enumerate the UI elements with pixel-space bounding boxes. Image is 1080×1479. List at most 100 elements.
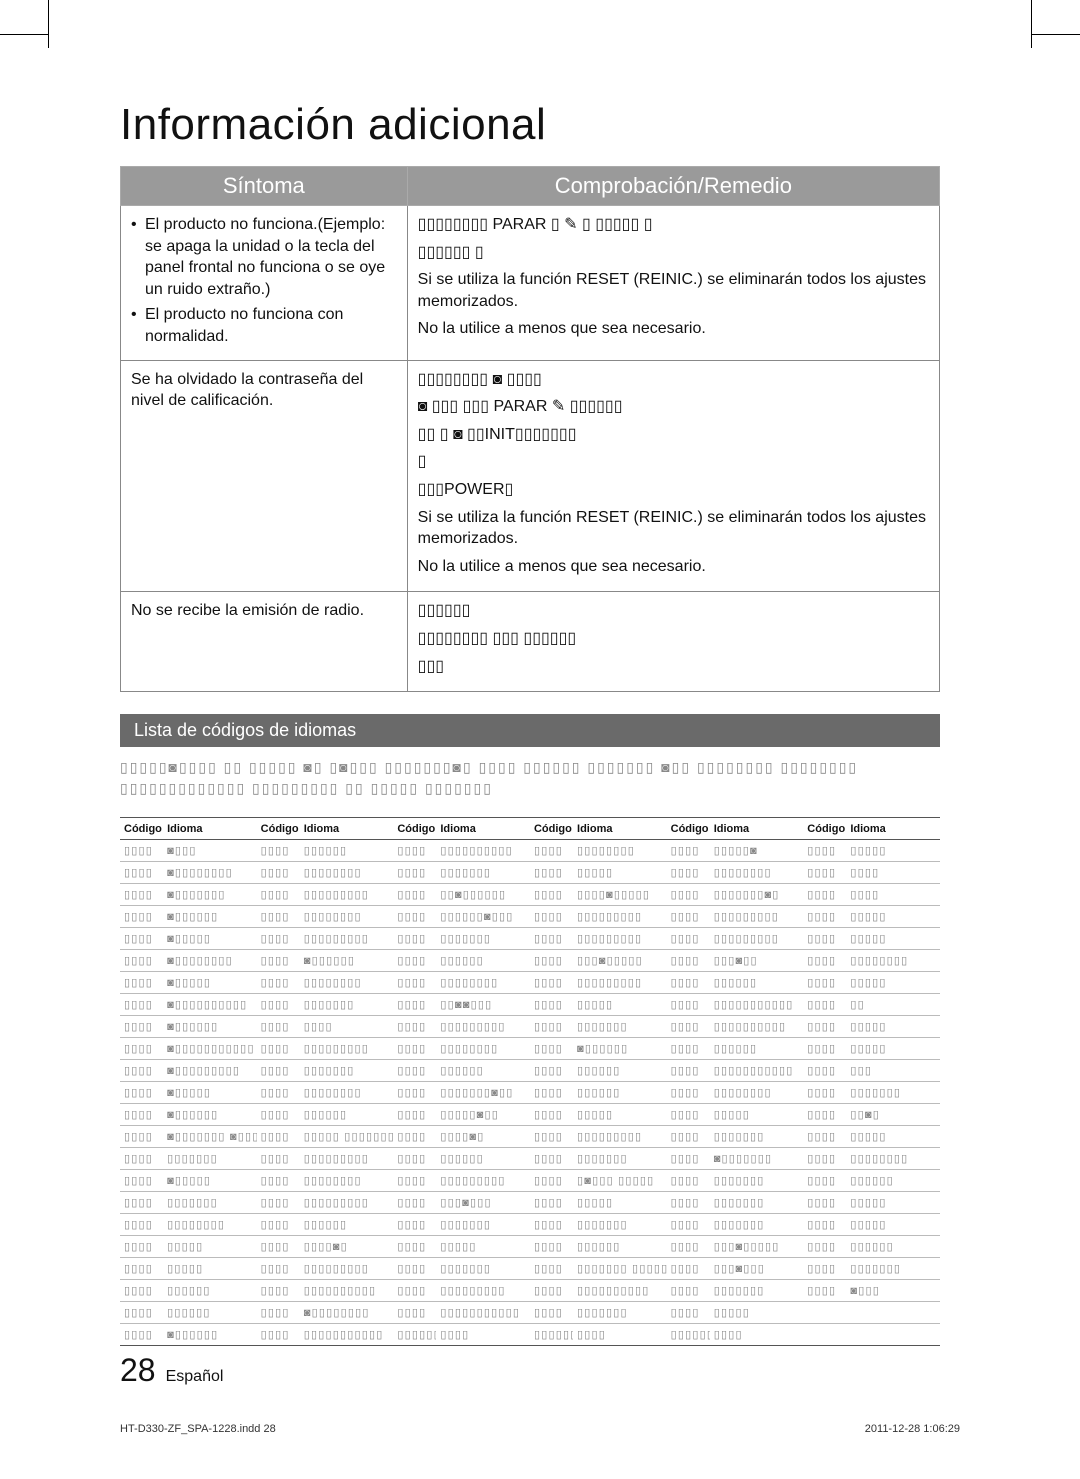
lang-code: ▯▯▯▯	[120, 1302, 163, 1324]
lang-code: ▯▯▯▯	[120, 1016, 163, 1038]
lang-code: ▯▯▯▯	[667, 1126, 710, 1148]
lang-name: ▯▯▯▯▯	[846, 928, 940, 950]
symptom-text: Se ha olvidado la contraseña del nivel d…	[121, 360, 408, 592]
lang-row: ▯▯▯▯◙▯▯▯▯▯▯▯▯▯▯▯▯▯▯▯▯▯▯▯▯▯▯▯▯▯▯▯▯◙▯▯▯▯▯▯…	[120, 906, 940, 928]
lang-name: ▯▯▯▯▯▯▯	[710, 1192, 804, 1214]
lang-code: ▯▯▯▯	[530, 1214, 573, 1236]
lang-row: ▯▯▯▯▯▯▯▯▯▯▯▯▯▯▯▯▯▯▯▯▯▯▯▯▯▯▯▯▯▯▯▯▯▯▯▯▯▯▯▯…	[120, 1280, 940, 1302]
lang-name: ▯▯▯▯▯◙	[710, 840, 804, 862]
lang-code: ▯▯▯▯	[803, 1148, 846, 1170]
lang-code: ▯▯▯▯	[530, 1082, 573, 1104]
lang-code: ▯▯▯▯	[120, 1170, 163, 1192]
lang-code: ▯▯▯▯	[803, 862, 846, 884]
lang-name: ▯▯▯▯▯▯▯	[846, 1258, 940, 1280]
lang-row: ▯▯▯▯◙▯▯▯▯▯▯▯▯▯▯▯▯▯▯▯▯▯▯▯▯▯▯▯▯▯◙▯▯▯▯▯▯▯▯▯…	[120, 1104, 940, 1126]
lang-name	[846, 1324, 940, 1346]
lang-name: ▯▯▯▯▯▯	[163, 1302, 257, 1324]
lang-code: ▯▯▯▯	[393, 840, 436, 862]
lang-name: ▯▯▯▯	[573, 1324, 667, 1346]
lang-code: ▯▯▯▯	[120, 1126, 163, 1148]
lang-name: ▯▯▯▯▯	[846, 1016, 940, 1038]
lang-code: ▯▯▯▯	[257, 1060, 300, 1082]
lang-code: ▯▯▯▯	[393, 1148, 436, 1170]
lang-code: ▯▯▯▯	[257, 972, 300, 994]
lang-name: ▯▯▯▯▯◙▯▯	[436, 1104, 530, 1126]
lang-code: ▯▯▯▯	[393, 1016, 436, 1038]
print-left: HT-D330-ZF_SPA-1228.indd 28	[120, 1423, 276, 1435]
lang-row: ▯▯▯▯◙▯▯▯▯▯▯▯▯▯▯▯▯◙▯▯▯▯▯▯▯▯▯▯▯▯▯▯▯▯▯▯▯▯▯▯…	[120, 950, 940, 972]
lang-name: ▯▯▯▯▯▯▯	[573, 1214, 667, 1236]
lang-name: ▯▯▯▯▯▯▯▯▯	[573, 972, 667, 994]
lang-code: ▯▯▯▯	[530, 1126, 573, 1148]
lang-row: ▯▯▯▯▯▯▯▯▯▯▯▯▯▯▯▯▯◙▯▯▯▯▯▯▯▯▯▯▯▯▯▯▯▯▯▯▯▯▯▯…	[120, 1236, 940, 1258]
lang-name: ▯▯▯▯▯▯▯▯▯▯	[436, 840, 530, 862]
lang-code: ▯▯▯▯▯▯	[667, 1324, 710, 1346]
lang-name: ▯▯▯▯▯	[846, 1038, 940, 1060]
lang-name: ◙▯▯▯▯▯▯	[300, 950, 394, 972]
lang-code: ▯▯▯▯	[667, 1038, 710, 1060]
lang-name: ▯▯▯	[846, 1060, 940, 1082]
lang-name: ▯▯▯▯▯▯▯	[710, 1170, 804, 1192]
remedy-line: ▯▯▯POWER▯	[418, 479, 929, 501]
lang-name: ▯▯▯▯▯▯▯◙▯	[710, 884, 804, 906]
lang-name: ▯▯▯▯▯▯	[573, 1236, 667, 1258]
lang-row: ▯▯▯▯▯▯▯▯▯▯▯▯▯▯▯▯▯▯▯▯▯▯▯▯▯▯▯▯▯▯▯◙▯▯▯▯▯▯▯▯…	[120, 1192, 940, 1214]
lang-code: ▯▯▯▯	[120, 1104, 163, 1126]
page-number: 28	[120, 1352, 156, 1389]
lang-code: ▯▯▯▯	[530, 1170, 573, 1192]
crop-mark	[0, 34, 48, 35]
lang-code: ▯▯▯▯	[120, 1258, 163, 1280]
lang-row: ▯▯▯▯◙▯▯▯▯▯▯▯▯▯▯▯▯▯▯▯▯▯▯▯▯▯▯▯▯▯▯▯▯▯▯▯▯▯▯▯…	[120, 1170, 940, 1192]
remedy-line: Si se utiliza la función RESET (REINIC.)…	[418, 269, 929, 312]
lang-name: ▯▯▯▯▯▯▯▯▯▯▯	[710, 1060, 804, 1082]
lang-name: ▯▯▯▯▯	[710, 1302, 804, 1324]
remedy-line: ▯▯▯▯▯▯ ▯	[418, 242, 929, 264]
lang-row: ▯▯▯▯◙▯▯▯▯▯▯▯ ◙▯▯▯▯▯▯▯▯▯▯▯▯▯▯ ▯▯▯▯▯▯▯▯▯▯▯…	[120, 1126, 940, 1148]
lang-code: ▯▯▯▯	[257, 840, 300, 862]
lang-code: ▯▯▯▯	[530, 1016, 573, 1038]
lang-name: ▯▯▯▯▯▯▯▯▯	[573, 928, 667, 950]
lang-code: ▯▯▯▯	[120, 1324, 163, 1346]
lang-code: ▯▯▯▯	[257, 1214, 300, 1236]
lang-code: ▯▯▯▯	[257, 1038, 300, 1060]
lang-name: ▯▯▯▯▯▯	[436, 1060, 530, 1082]
lang-code: ▯▯▯▯	[803, 884, 846, 906]
lang-code: ▯▯▯▯	[393, 1236, 436, 1258]
lang-name: ◙▯▯▯▯▯▯▯▯▯▯▯	[163, 1038, 257, 1060]
remedy-line: No la utilice a menos que sea necesario.	[418, 556, 929, 578]
lang-code: ▯▯▯▯	[120, 1148, 163, 1170]
lang-name: ▯▯▯▯▯▯▯	[163, 1192, 257, 1214]
remedy-line: ▯▯▯	[418, 656, 929, 678]
lang-code: ▯▯▯▯	[667, 1082, 710, 1104]
lang-name: ▯▯▯▯▯	[573, 994, 667, 1016]
lang-name: ▯▯▯◙▯▯▯	[710, 1258, 804, 1280]
lang-code: ▯▯▯▯	[393, 1060, 436, 1082]
lang-name: ▯▯▯▯▯▯▯	[573, 1148, 667, 1170]
lang-code: ▯▯▯▯	[393, 1082, 436, 1104]
lang-code: ▯▯▯▯	[257, 1280, 300, 1302]
lang-code: ▯▯▯▯	[120, 1214, 163, 1236]
lang-name: ▯▯▯▯▯▯▯▯	[436, 972, 530, 994]
lang-name: ▯▯▯▯▯▯▯ ▯▯▯▯▯▯	[573, 1258, 667, 1280]
lang-name: ▯▯▯▯▯▯▯▯▯▯	[300, 1280, 394, 1302]
lang-name: ▯▯◙▯▯▯▯▯▯	[436, 884, 530, 906]
lang-name: ▯▯▯▯▯▯▯	[436, 928, 530, 950]
lang-code: ▯▯▯▯	[530, 994, 573, 1016]
lang-code: ▯▯▯▯	[393, 884, 436, 906]
remedy-line: ▯▯▯▯▯▯▯▯ ◙ ▯▯▯▯	[418, 369, 929, 391]
lang-name: ▯▯▯▯▯▯	[436, 1148, 530, 1170]
lang-code: ▯▯▯▯	[393, 1214, 436, 1236]
lang-code: ▯▯▯▯	[120, 1038, 163, 1060]
lang-name: ◙▯▯▯▯▯	[163, 1170, 257, 1192]
lang-name: ▯▯▯▯▯▯▯▯	[300, 972, 394, 994]
troubleshoot-table: Síntoma Comprobación/Remedio El producto…	[120, 166, 940, 692]
lang-row: ▯▯▯▯◙▯▯▯▯▯▯▯▯▯▯▯▯▯▯▯▯▯▯▯▯▯▯▯▯▯▯▯▯▯▯▯▯▯▯▯…	[120, 1060, 940, 1082]
crop-mark	[1031, 0, 1032, 48]
lang-name: ◙▯▯▯▯▯▯	[163, 1104, 257, 1126]
remedy-line: ◙ ▯▯▯ ▯▯▯ PARAR ✎ ▯▯▯▯▯▯	[418, 396, 929, 418]
lang-name: ▯▯▯▯▯▯▯	[573, 1016, 667, 1038]
lang-code: ▯▯▯▯	[530, 972, 573, 994]
lang-code: ▯▯▯▯	[120, 884, 163, 906]
print-info: HT-D330-ZF_SPA-1228.indd 28 2011-12-28 1…	[120, 1423, 960, 1435]
lang-code: ▯▯▯▯	[803, 1060, 846, 1082]
